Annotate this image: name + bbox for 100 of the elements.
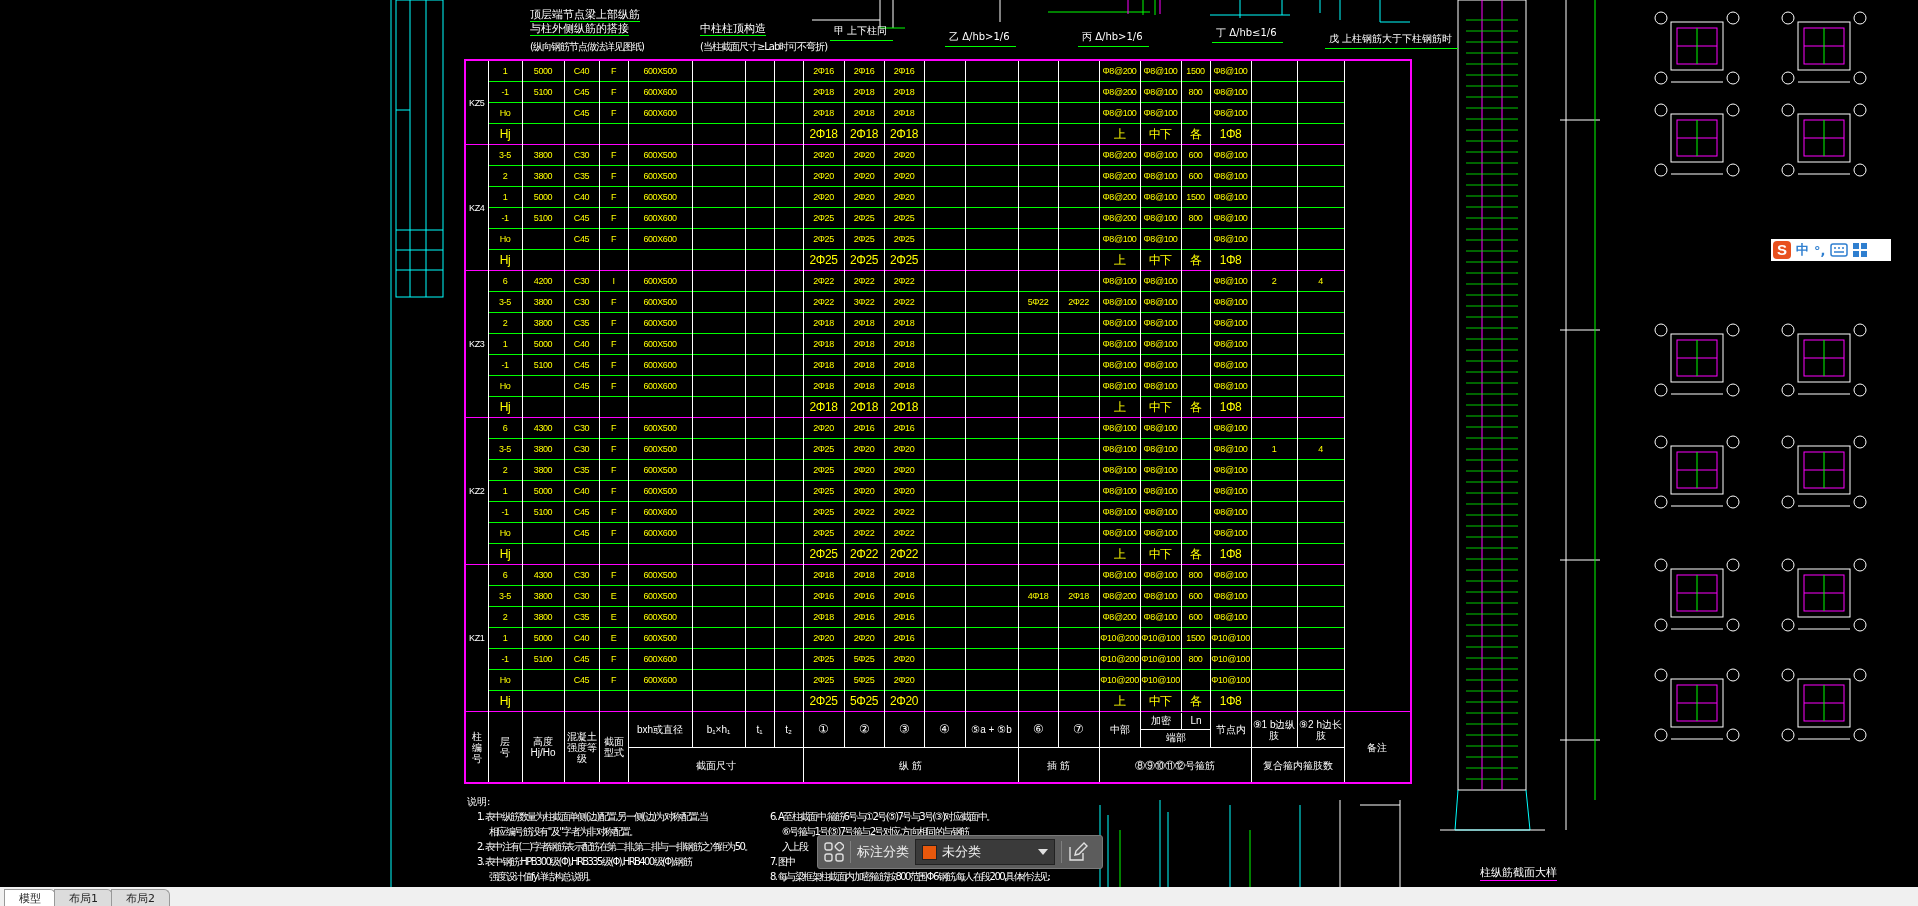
- table-cell: 600X600: [628, 102, 692, 124]
- table-cell: 2Φ18: [803, 606, 844, 628]
- table-cell: I: [599, 270, 628, 292]
- table-cell: F: [599, 648, 628, 670]
- drawing-subtitle: (当柱截面尺寸≥Lab时可不弯折): [700, 40, 828, 54]
- table-cell: Φ10@200: [1099, 627, 1140, 649]
- table-cell: 2Φ25: [803, 690, 844, 712]
- table-cell: Φ8@200: [1099, 207, 1140, 229]
- input-mode-toggle[interactable]: 中: [1796, 241, 1809, 259]
- logo-icon[interactable]: S: [1773, 241, 1791, 259]
- table-cell: Φ8@100: [1210, 522, 1251, 544]
- table-cell: F: [599, 144, 628, 166]
- table-cell: 600X600: [628, 522, 692, 544]
- layout-tab[interactable]: 模型: [4, 889, 56, 906]
- caret-icon[interactable]: [1038, 849, 1048, 855]
- table-cell: Φ8@100: [1210, 606, 1251, 628]
- table-cell: C45: [564, 81, 599, 103]
- table-cell: 中下: [1140, 396, 1181, 418]
- table-cell: Φ10@100: [1210, 648, 1251, 670]
- table-cell: 2Φ18: [884, 564, 924, 586]
- detail-label: 丙 Δ/hb>1/6: [1078, 30, 1149, 47]
- edit-icon[interactable]: [1068, 842, 1088, 862]
- table-cell: 3-5: [488, 585, 522, 607]
- table-cell: 2Φ20: [844, 165, 884, 187]
- table-cell: F: [599, 165, 628, 187]
- table-cell: Φ8@100: [1140, 144, 1181, 166]
- table-cell: 2Φ16: [844, 606, 884, 628]
- column-header: ⑥: [1018, 711, 1058, 748]
- column-header: ⑤a + ⑤b: [965, 711, 1018, 748]
- table-cell: 600X600: [628, 228, 692, 250]
- table-cell: 2Φ20: [884, 165, 924, 187]
- grid-icon[interactable]: [824, 842, 844, 862]
- table-cell: 3800: [522, 165, 564, 187]
- table-cell: 2Φ25: [803, 228, 844, 250]
- table-cell: Φ8@100: [1210, 459, 1251, 481]
- layout-tab[interactable]: 布局1: [54, 889, 113, 906]
- keyboard-icon[interactable]: [1830, 243, 1849, 257]
- table-cell: C40: [564, 60, 599, 82]
- category-dropdown[interactable]: 未分类: [915, 839, 1055, 865]
- table-cell: 1Φ8: [1210, 396, 1251, 418]
- table-cell: 5000: [522, 480, 564, 502]
- table-cell: 2Φ20: [803, 417, 844, 439]
- table-cell: 2Φ22: [844, 543, 884, 565]
- table-cell: 600X600: [628, 207, 692, 229]
- table-cell: Φ8@100: [1210, 228, 1251, 250]
- table-cell: 2Φ16: [803, 585, 844, 607]
- table-cell: 600X500: [628, 186, 692, 208]
- table-cell: 1: [488, 60, 522, 82]
- table-cell: 2Φ20: [884, 144, 924, 166]
- table-cell: C30: [564, 438, 599, 460]
- table-cell: 2Φ25: [803, 207, 844, 229]
- table-cell: 2Φ25: [803, 669, 844, 691]
- table-cell: -1: [488, 81, 522, 103]
- table-cell: 600X500: [628, 627, 692, 649]
- table-cell: 2Φ22: [884, 270, 924, 292]
- table-cell: C45: [564, 207, 599, 229]
- grid-icon[interactable]: [1853, 243, 1868, 257]
- table-cell: 600: [1181, 144, 1210, 166]
- table-cell: C35: [564, 312, 599, 334]
- table-cell: 2Φ18: [844, 123, 884, 145]
- table-cell: 1500: [1181, 627, 1210, 649]
- table-cell: 2Φ18: [884, 81, 924, 103]
- table-cell: 2Φ25: [803, 522, 844, 544]
- table-cell: Φ8@200: [1099, 585, 1140, 607]
- table-cell: Φ8@100: [1210, 102, 1251, 124]
- table-cell: Φ8@100: [1099, 354, 1140, 376]
- table-cell: 中下: [1140, 249, 1181, 271]
- table-cell: F: [599, 81, 628, 103]
- table-cell: Φ8@100: [1140, 312, 1181, 334]
- table-cell: 1Φ8: [1210, 123, 1251, 145]
- table-cell: Φ8@100: [1140, 60, 1181, 82]
- table-cell: Φ8@100: [1140, 522, 1181, 544]
- column-header: t₂: [774, 711, 803, 748]
- table-cell: F: [599, 501, 628, 523]
- table-cell: -1: [488, 501, 522, 523]
- table-cell: 各: [1181, 249, 1210, 271]
- table-cell: F: [599, 417, 628, 439]
- table-cell: C30: [564, 291, 599, 313]
- table-cell: 800: [1181, 207, 1210, 229]
- table-cell: 2Φ18: [884, 375, 924, 397]
- table-cell: KZ3: [465, 270, 488, 418]
- table-cell: 2Φ20: [884, 438, 924, 460]
- table-cell: Φ8@100: [1140, 333, 1181, 355]
- punctuation-toggle[interactable]: °,: [1814, 242, 1826, 258]
- layout-tab[interactable]: 布局2: [111, 889, 170, 906]
- table-cell: Φ8@100: [1140, 81, 1181, 103]
- table-cell: 2Φ20: [884, 648, 924, 670]
- table-cell: 1Φ8: [1210, 249, 1251, 271]
- category-label: 标注分类: [857, 843, 909, 861]
- table-cell: 2Φ18: [884, 396, 924, 418]
- table-cell: Φ8@100: [1210, 186, 1251, 208]
- table-cell: 2Φ25: [844, 228, 884, 250]
- table-cell: 2Φ18: [803, 333, 844, 355]
- table-cell: 2Φ25: [844, 207, 884, 229]
- table-cell: Φ8@100: [1099, 501, 1140, 523]
- table-cell: 上: [1099, 543, 1140, 565]
- column-header: 中部: [1099, 711, 1140, 748]
- table-cell: 1Φ8: [1210, 543, 1251, 565]
- table-cell: KZ5: [465, 60, 488, 145]
- drawing-title: 顶层端节点梁上部纵筋: [530, 8, 640, 22]
